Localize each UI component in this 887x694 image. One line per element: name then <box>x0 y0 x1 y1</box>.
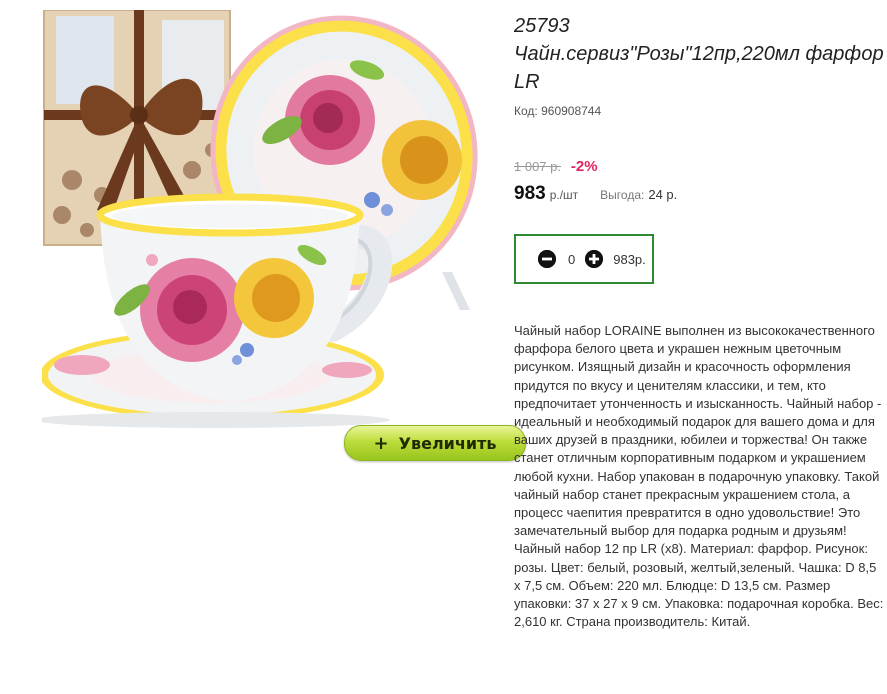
price-unit: р./шт <box>549 188 579 202</box>
product-photo <box>42 10 492 460</box>
product-code-label: Код: <box>514 104 538 118</box>
product-image[interactable]: + Увеличить <box>42 10 526 461</box>
current-price: 983 <box>514 183 546 204</box>
product-description: Чайный набор LORAINE выполнен из высокок… <box>514 323 884 630</box>
quantity-stepper: 0 983р. <box>514 234 654 284</box>
price-row: 983 р./шт Выгода: 24 р. <box>514 183 884 205</box>
plus-circle-icon[interactable] <box>585 250 604 268</box>
savings-label: Выгода: <box>600 188 645 202</box>
minus-circle-icon[interactable] <box>538 250 556 268</box>
product-info: 25793 Чайн.сервиз"Розы"12пр,220мл фарфор… <box>514 10 884 629</box>
old-price-row: 1 007 р. -2% <box>514 158 884 175</box>
zoom-label: Увеличить <box>398 433 497 453</box>
cart-total: 983р. <box>613 251 646 267</box>
plus-icon: + <box>373 432 389 454</box>
product-code: Код: 960908744 <box>514 104 884 118</box>
product-sku: 25793 <box>514 15 570 37</box>
product-code-value: 960908744 <box>541 104 602 118</box>
discount-badge: -2% <box>570 158 598 175</box>
zoom-button[interactable]: + Увеличить <box>344 425 526 461</box>
savings-value: 24 р. <box>648 187 678 202</box>
old-price: 1 007 р. <box>514 159 561 174</box>
product-title: Чайн.сервиз"Розы"12пр,220мл фарфор LR <box>514 43 884 93</box>
quantity-value[interactable]: 0 <box>568 252 575 267</box>
